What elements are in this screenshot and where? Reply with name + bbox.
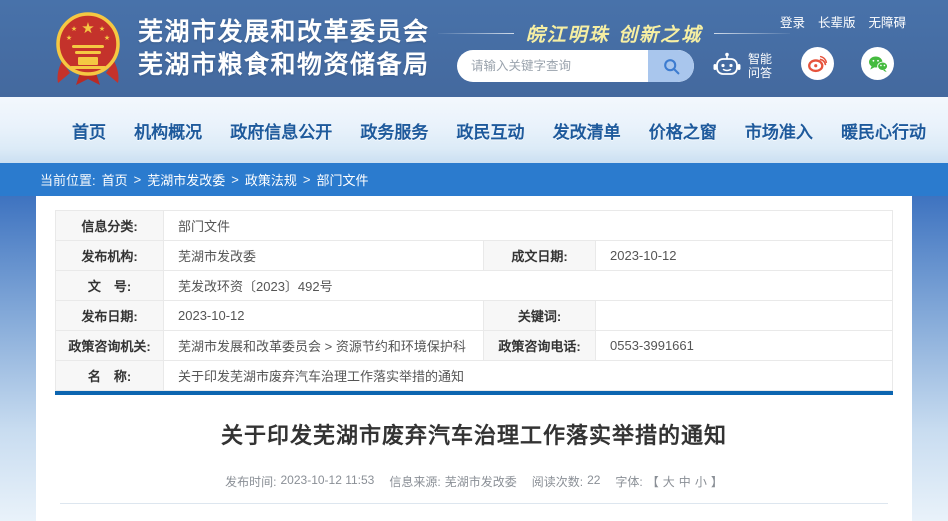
article-divider bbox=[60, 503, 888, 504]
site-logo[interactable]: ★ ★ ★ ★ ★ 芜湖市发展和改革委员会 芜湖市粮食和物资储备局 bbox=[52, 11, 430, 87]
org-name-line1: 芜湖市发展和改革委员会 bbox=[138, 16, 430, 49]
info-label-consult-org: 政策咨询机关: bbox=[56, 331, 164, 361]
slogan-text: 皖江明珠 创新之城 bbox=[514, 20, 715, 47]
document-info-table: 信息分类: 部门文件 发布机构: 芜湖市发改委 成文日期: 2023-10-12… bbox=[55, 210, 893, 391]
smart-qa-label-line2: 问答 bbox=[748, 66, 772, 80]
svg-text:★: ★ bbox=[81, 20, 94, 37]
views-value: 22 bbox=[587, 473, 600, 490]
social-links bbox=[801, 47, 894, 80]
search-button[interactable] bbox=[648, 50, 694, 82]
smart-qa-label-line1: 智能 bbox=[748, 52, 772, 66]
weibo-icon bbox=[807, 53, 828, 74]
article-meta: 发布时间: 2023-10-12 11:53 信息来源: 芜湖市发改委 阅读次数… bbox=[36, 473, 912, 490]
breadcrumb: 当前位置: 首页 > 芜湖市发改委 > 政策法规 > 部门文件 bbox=[0, 163, 948, 196]
breadcrumb-separator: > bbox=[231, 172, 239, 187]
source-value: 芜湖市发改委 bbox=[445, 473, 517, 490]
font-size-large-button[interactable]: 大 bbox=[663, 473, 675, 490]
info-value-doc-title: 关于印发芜湖市废弃汽车治理工作落实举措的通知 bbox=[164, 361, 893, 391]
info-value-consult-phone: 0553-3991661 bbox=[596, 331, 893, 361]
breadcrumb-prefix: 当前位置: bbox=[40, 170, 96, 189]
slogan-left-line bbox=[438, 33, 514, 34]
table-accent-bar bbox=[55, 391, 893, 395]
nav-item-info-disclosure[interactable]: 政府信息公开 bbox=[230, 118, 332, 143]
info-value-publisher: 芜湖市发改委 bbox=[164, 241, 484, 271]
nav-item-warm-heart-action[interactable]: 暖民心行动 bbox=[841, 118, 926, 143]
wechat-icon bbox=[867, 53, 889, 75]
city-slogan: 皖江明珠 创新之城 bbox=[438, 20, 790, 47]
content-panel: 信息分类: 部门文件 发布机构: 芜湖市发改委 成文日期: 2023-10-12… bbox=[36, 196, 912, 521]
info-label-publish-date: 发布日期: bbox=[56, 301, 164, 331]
nav-item-ndrc-lists[interactable]: 发改清单 bbox=[553, 118, 621, 143]
search-bar bbox=[457, 50, 694, 82]
info-label-keywords: 关键词: bbox=[484, 301, 596, 331]
views-label: 阅读次数: bbox=[532, 473, 583, 490]
info-label-doc-title: 名 称: bbox=[56, 361, 164, 391]
smart-qa-entry[interactable]: 智能 问答 bbox=[712, 52, 772, 80]
font-size-label: 字体: bbox=[615, 473, 642, 490]
source-label: 信息来源: bbox=[389, 473, 440, 490]
slogan-right-line bbox=[714, 33, 790, 34]
table-row: 政策咨询机关: 芜湖市发展和改革委员会 > 资源节约和环境保护科 政策咨询电话:… bbox=[56, 331, 893, 361]
org-name-line2: 芜湖市粮食和物资储备局 bbox=[138, 49, 430, 82]
breadcrumb-policies[interactable]: 政策法规 bbox=[245, 170, 297, 189]
header-utility-links: 登录 长辈版 无障碍 bbox=[780, 12, 906, 31]
nav-item-price-window[interactable]: 价格之窗 bbox=[649, 118, 717, 143]
info-label-doc-number: 文 号: bbox=[56, 271, 164, 301]
nav-item-gov-services[interactable]: 政务服务 bbox=[360, 118, 428, 143]
font-size-bracket-close: 】 bbox=[711, 473, 723, 490]
breadcrumb-dept-docs[interactable]: 部门文件 bbox=[316, 170, 368, 189]
font-size-medium-button[interactable]: 中 bbox=[679, 473, 691, 490]
info-value-doc-number: 芜发改环资〔2023〕492号 bbox=[164, 271, 893, 301]
info-label-consult-phone: 政策咨询电话: bbox=[484, 331, 596, 361]
font-size-small-button[interactable]: 小 bbox=[695, 473, 707, 490]
nav-item-public-interaction[interactable]: 政民互动 bbox=[457, 118, 525, 143]
info-value-consult-org: 芜湖市发展和改革委员会 > 资源节约和环境保护科 bbox=[164, 331, 484, 361]
nav-item-home[interactable]: 首页 bbox=[72, 118, 106, 143]
table-row: 名 称: 关于印发芜湖市废弃汽车治理工作落实举措的通知 bbox=[56, 361, 893, 391]
site-header: ★ ★ ★ ★ ★ 芜湖市发展和改革委员会 芜湖市粮食和物资储备局 皖江明珠 创… bbox=[0, 0, 948, 97]
info-value-keywords bbox=[596, 301, 893, 331]
nav-item-org-overview[interactable]: 机构概况 bbox=[134, 118, 202, 143]
article-title: 关于印发芜湖市废弃汽车治理工作落实举措的通知 bbox=[36, 418, 912, 450]
wechat-link[interactable] bbox=[861, 47, 894, 80]
table-row: 发布日期: 2023-10-12 关键词: bbox=[56, 301, 893, 331]
national-emblem-icon: ★ ★ ★ ★ ★ bbox=[52, 11, 124, 87]
page-background: 信息分类: 部门文件 发布机构: 芜湖市发改委 成文日期: 2023-10-12… bbox=[0, 196, 948, 521]
info-label-publisher: 发布机构: bbox=[56, 241, 164, 271]
svg-text:★: ★ bbox=[66, 34, 72, 42]
search-input[interactable] bbox=[457, 50, 648, 82]
info-value-publish-date: 2023-10-12 bbox=[164, 301, 484, 331]
table-row: 文 号: 芜发改环资〔2023〕492号 bbox=[56, 271, 893, 301]
main-nav: 首页 机构概况 政府信息公开 政务服务 政民互动 发改清单 价格之窗 市场准入 … bbox=[0, 97, 948, 163]
info-label-date-written: 成文日期: bbox=[484, 241, 596, 271]
svg-text:★: ★ bbox=[99, 25, 105, 33]
svg-text:★: ★ bbox=[104, 34, 110, 42]
elder-version-link[interactable]: 长辈版 bbox=[818, 12, 856, 31]
breadcrumb-fagaiwei[interactable]: 芜湖市发改委 bbox=[147, 170, 225, 189]
info-label-category: 信息分类: bbox=[56, 211, 164, 241]
info-value-date-written: 2023-10-12 bbox=[596, 241, 893, 271]
accessibility-link[interactable]: 无障碍 bbox=[868, 12, 906, 31]
table-row: 信息分类: 部门文件 bbox=[56, 211, 893, 241]
table-row: 发布机构: 芜湖市发改委 成文日期: 2023-10-12 bbox=[56, 241, 893, 271]
font-size-bracket-open: 【 bbox=[647, 473, 659, 490]
nav-item-market-access[interactable]: 市场准入 bbox=[745, 118, 813, 143]
magnifier-icon bbox=[662, 57, 681, 76]
breadcrumb-separator: > bbox=[134, 172, 142, 187]
breadcrumb-separator: > bbox=[303, 172, 311, 187]
publish-time-value: 2023-10-12 11:53 bbox=[281, 473, 375, 490]
info-value-category: 部门文件 bbox=[164, 211, 893, 241]
svg-text:★: ★ bbox=[71, 25, 77, 33]
robot-icon bbox=[712, 52, 742, 80]
breadcrumb-home[interactable]: 首页 bbox=[102, 170, 128, 189]
weibo-link[interactable] bbox=[801, 47, 834, 80]
login-link[interactable]: 登录 bbox=[780, 12, 805, 31]
publish-time-label: 发布时间: bbox=[225, 473, 276, 490]
